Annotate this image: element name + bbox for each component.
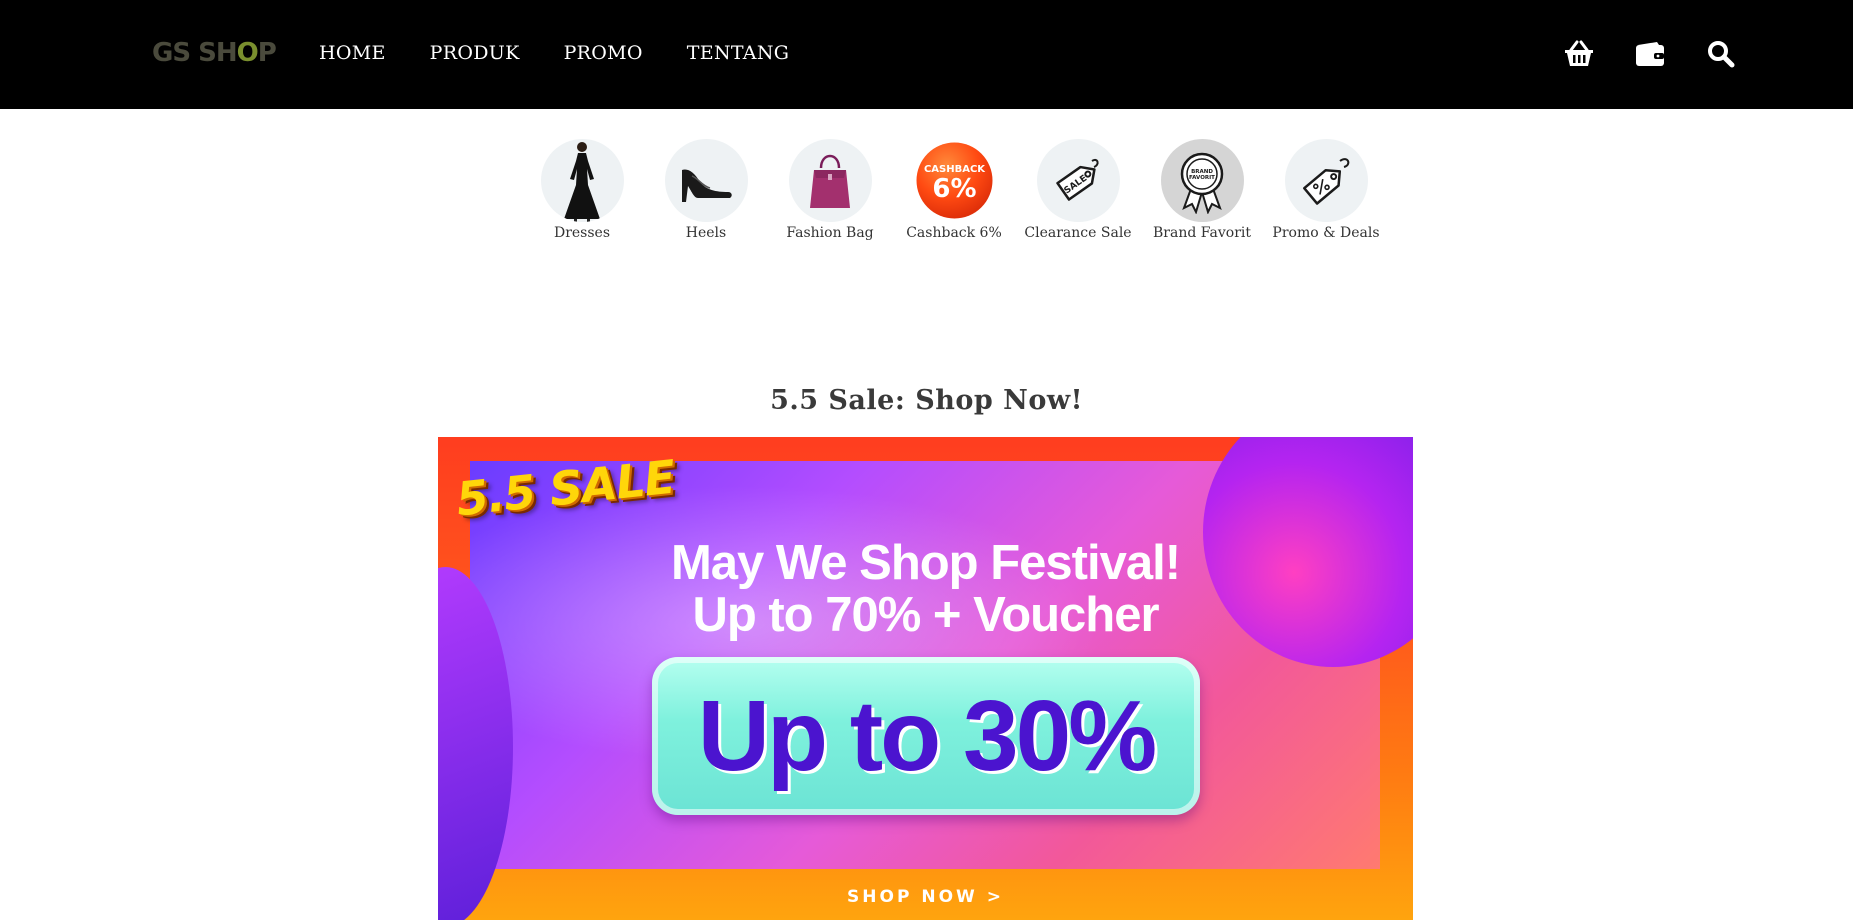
award-ribbon-icon: BRAND FAVORIT [1160, 139, 1244, 222]
category-label: Brand Favorit [1153, 225, 1251, 241]
heels-icon [664, 139, 748, 222]
svg-text:FAVORIT: FAVORIT [1189, 175, 1215, 181]
category-clearance-sale[interactable]: SALE Clearance Sale [1016, 139, 1140, 241]
banner-headline-2: Up to 70% + Voucher [692, 588, 1159, 642]
category-heels[interactable]: Heels [644, 139, 768, 241]
category-cashback[interactable]: CASHBACK 6% Cashback 6% [892, 139, 1016, 241]
sale-tag-icon: SALE [1036, 139, 1120, 222]
nav-produk[interactable]: PRODUK [430, 42, 520, 64]
banner-headline-1: May We Shop Festival! [670, 536, 1181, 590]
section-title: 5.5 Sale: Shop Now! [770, 385, 1083, 416]
category-label: Fashion Bag [786, 225, 874, 241]
shop-now-link[interactable]: SHOP NOW > [438, 887, 1413, 907]
main-nav: HOME PRODUK PROMO TENTANG [319, 42, 833, 64]
nav-tentang[interactable]: TENTANG [687, 42, 789, 64]
category-label: Heels [685, 225, 727, 241]
category-row: Dresses Heels Fashion Bag CASHBACK 6% Ca… [520, 139, 1388, 241]
cashback-badge-value: 6% [932, 174, 976, 204]
category-fashion-bag[interactable]: Fashion Bag [768, 139, 892, 241]
top-navbar: GS SH O P HOME PRODUK PROMO TENTANG [0, 0, 1853, 109]
basket-icon[interactable] [1562, 37, 1596, 71]
category-label: Promo & Deals [1272, 225, 1380, 241]
logo-text-part2: P [257, 38, 277, 68]
logo[interactable]: GS SH O P [152, 38, 277, 68]
percent-tag-icon [1284, 139, 1368, 222]
nav-promo[interactable]: PROMO [564, 42, 643, 64]
category-brand-favorit[interactable]: BRAND FAVORIT Brand Favorit [1140, 139, 1264, 241]
logo-text-o: O [236, 38, 259, 68]
category-dresses[interactable]: Dresses [520, 139, 644, 241]
cashback-icon: CASHBACK 6% [913, 139, 996, 222]
banner-discount-pill: Up to 30% [652, 657, 1200, 815]
category-label: Dresses [553, 225, 611, 241]
nav-home[interactable]: HOME [319, 42, 386, 64]
category-label: Clearance Sale [1024, 225, 1132, 241]
wallet-icon[interactable] [1633, 37, 1667, 71]
category-promo-deals[interactable]: Promo & Deals [1264, 139, 1388, 241]
banner-discount-text: Up to 30% [697, 679, 1157, 792]
logo-text-part1: GS SH [152, 38, 238, 68]
promo-banner[interactable]: 5.5 SALE May We Shop Festival! Up to 70%… [438, 437, 1413, 920]
header-actions [1562, 37, 1738, 71]
category-label: Cashback 6% [906, 225, 1002, 241]
search-icon[interactable] [1704, 37, 1738, 71]
bag-icon [788, 139, 872, 222]
dress-icon [540, 139, 624, 222]
